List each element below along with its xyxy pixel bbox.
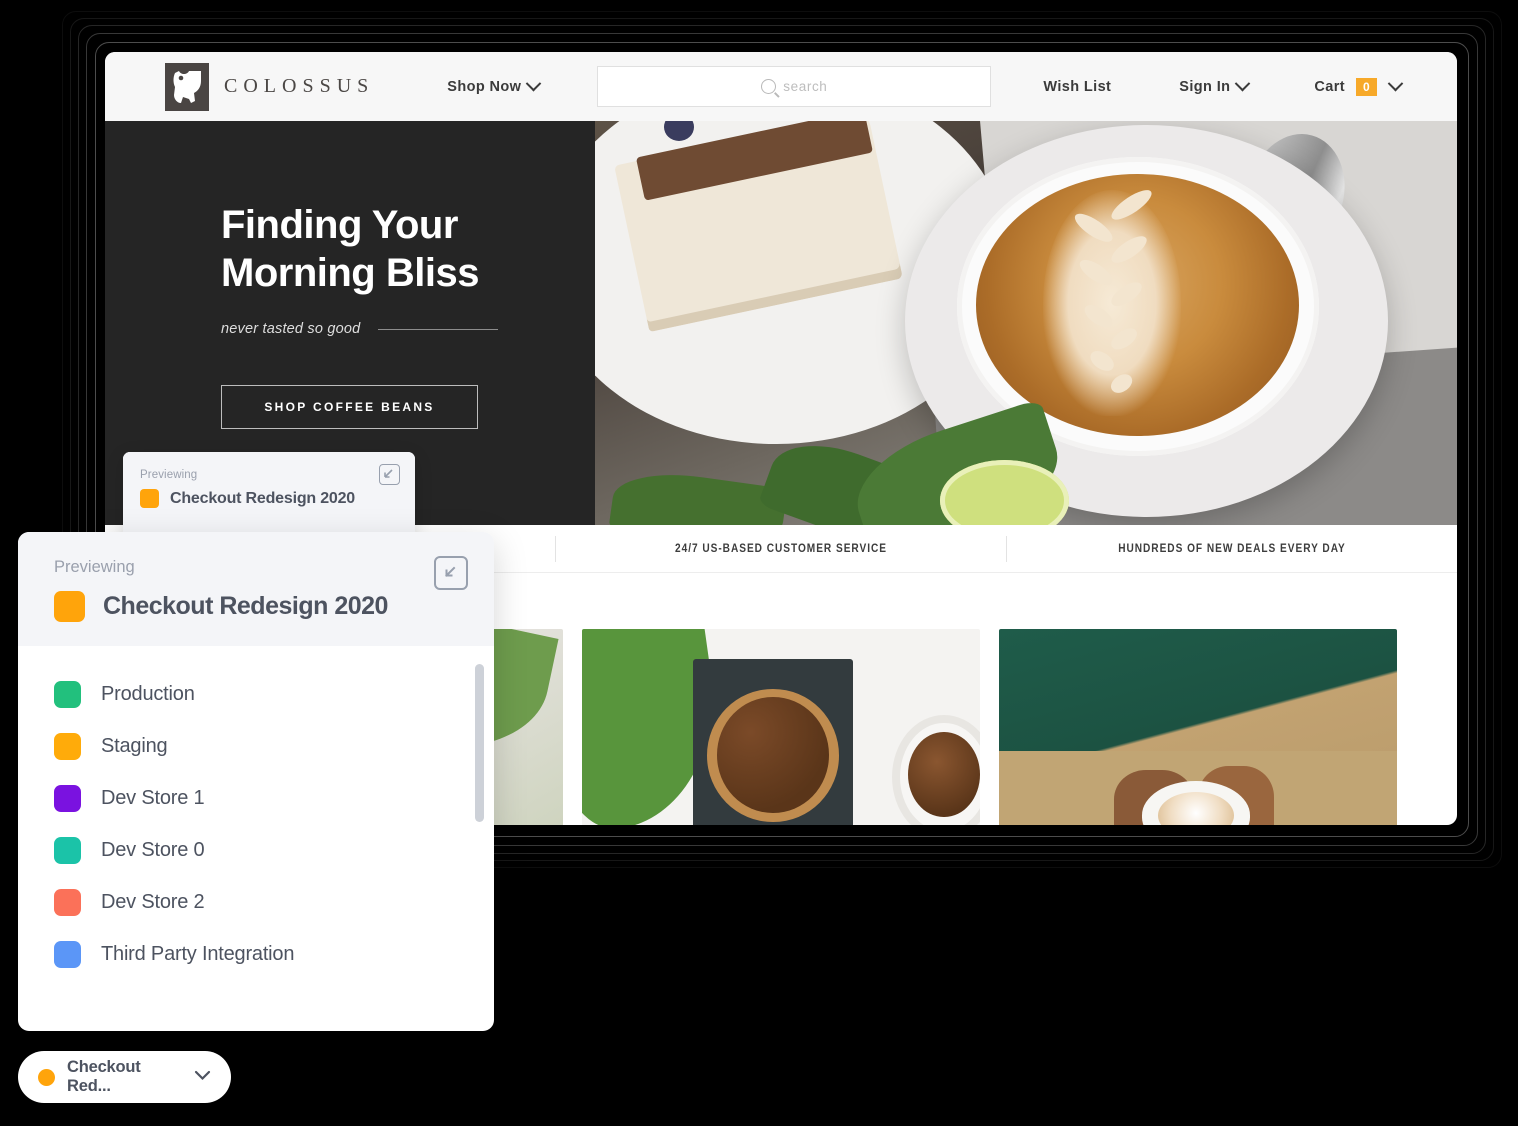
search-icon <box>761 79 777 94</box>
environment-swatch <box>54 732 81 760</box>
bison-logo-icon <box>165 62 209 111</box>
chevron-down-icon <box>194 1068 211 1086</box>
hero-subtitle-row: never tasted so good <box>221 321 595 337</box>
product-card[interactable] <box>582 629 980 825</box>
environment-item[interactable]: Third Party Integration <box>18 928 494 980</box>
hero-subtitle: never tasted so good <box>221 321 361 337</box>
nav-sign-in[interactable]: Sign In <box>1179 75 1251 95</box>
search-input[interactable]: search <box>597 66 992 107</box>
hero-title: Finding Your Morning Bliss <box>221 201 595 297</box>
hero-photo <box>595 121 1457 525</box>
preview-title: Checkout Redesign 2020 <box>103 592 388 620</box>
environment-label: Dev Store 0 <box>101 838 205 861</box>
environment-list-scrollbar[interactable] <box>475 664 484 822</box>
environment-label: Third Party Integration <box>101 942 295 965</box>
environment-label: Dev Store 2 <box>101 890 205 913</box>
nav-shop-now-label: Shop Now <box>447 78 522 95</box>
expand-collapse-icon[interactable] <box>434 556 468 590</box>
environment-item[interactable]: Dev Store 0 <box>18 824 494 876</box>
environment-swatch <box>54 680 81 708</box>
brand-name: COLOSSUS <box>224 75 375 97</box>
promo-divider <box>1006 535 1007 562</box>
expand-collapse-icon[interactable] <box>379 464 400 485</box>
environment-list: Production Staging Dev Store 1 Dev Store 0 D… <box>18 646 494 1031</box>
preview-popup-background-title-row: Checkout Redesign 2020 <box>140 489 398 508</box>
preview-pill-button[interactable]: Checkout Red... <box>18 1051 231 1103</box>
hero-title-line-1: Finding Your <box>221 203 458 247</box>
preview-title: Checkout Redesign 2020 <box>170 489 355 507</box>
site-header: COLOSSUS Shop Now search Wish List Sign … <box>105 52 1457 121</box>
environment-label: Dev Store 1 <box>101 786 205 809</box>
promo-item: 24/7 US-BASED CUSTOMER SERVICE <box>675 542 887 555</box>
nav-wish-list-label: Wish List <box>1043 78 1112 95</box>
nav-cart-label: Cart <box>1314 78 1346 95</box>
previewing-label: Previewing <box>54 558 135 576</box>
preview-swatch <box>140 489 159 508</box>
cart-count-badge: 0 <box>1356 77 1378 96</box>
nav-cart[interactable]: Cart 0 <box>1314 75 1404 96</box>
shop-coffee-beans-button[interactable]: SHOP COFFEE BEANS <box>221 385 478 429</box>
nav-sign-in-label: Sign In <box>1179 78 1231 95</box>
environment-swatch <box>54 836 81 864</box>
preview-title-row: Checkout Redesign 2020 <box>54 591 466 622</box>
previewing-label: Previewing <box>140 469 198 481</box>
hero-title-line-2: Morning Bliss <box>221 251 479 295</box>
preview-pill-label: Checkout Red... <box>67 1058 141 1095</box>
environment-item[interactable]: Staging <box>18 720 494 772</box>
chevron-down-icon <box>1387 75 1404 92</box>
product-card[interactable] <box>999 629 1397 825</box>
environment-item[interactable]: Production <box>18 668 494 720</box>
preview-popup: Previewing Checkout Redesign 2020 Produc… <box>18 532 494 1031</box>
nav-wish-list[interactable]: Wish List <box>1043 79 1111 95</box>
environment-item[interactable]: Dev Store 1 <box>18 772 494 824</box>
hero-divider <box>378 328 499 330</box>
nav-shop-now[interactable]: Shop Now <box>447 75 542 95</box>
environment-label: Production <box>101 682 195 705</box>
search-placeholder: search <box>783 79 828 94</box>
environment-swatch <box>54 784 81 812</box>
environment-swatch <box>54 940 81 968</box>
preview-popup-header: Previewing Checkout Redesign 2020 <box>18 532 494 646</box>
environment-swatch <box>54 888 81 916</box>
brand-logo[interactable]: COLOSSUS <box>165 62 375 111</box>
promo-item: HUNDREDS OF NEW DEALS EVERY DAY <box>1118 542 1346 555</box>
environment-label: Staging <box>101 734 168 757</box>
promo-divider <box>555 535 556 562</box>
chevron-down-icon <box>526 75 542 92</box>
preview-swatch-dot <box>38 1068 55 1086</box>
environment-item[interactable]: Dev Store 2 <box>18 876 494 928</box>
chevron-down-icon <box>1235 75 1251 92</box>
preview-swatch <box>54 591 85 622</box>
